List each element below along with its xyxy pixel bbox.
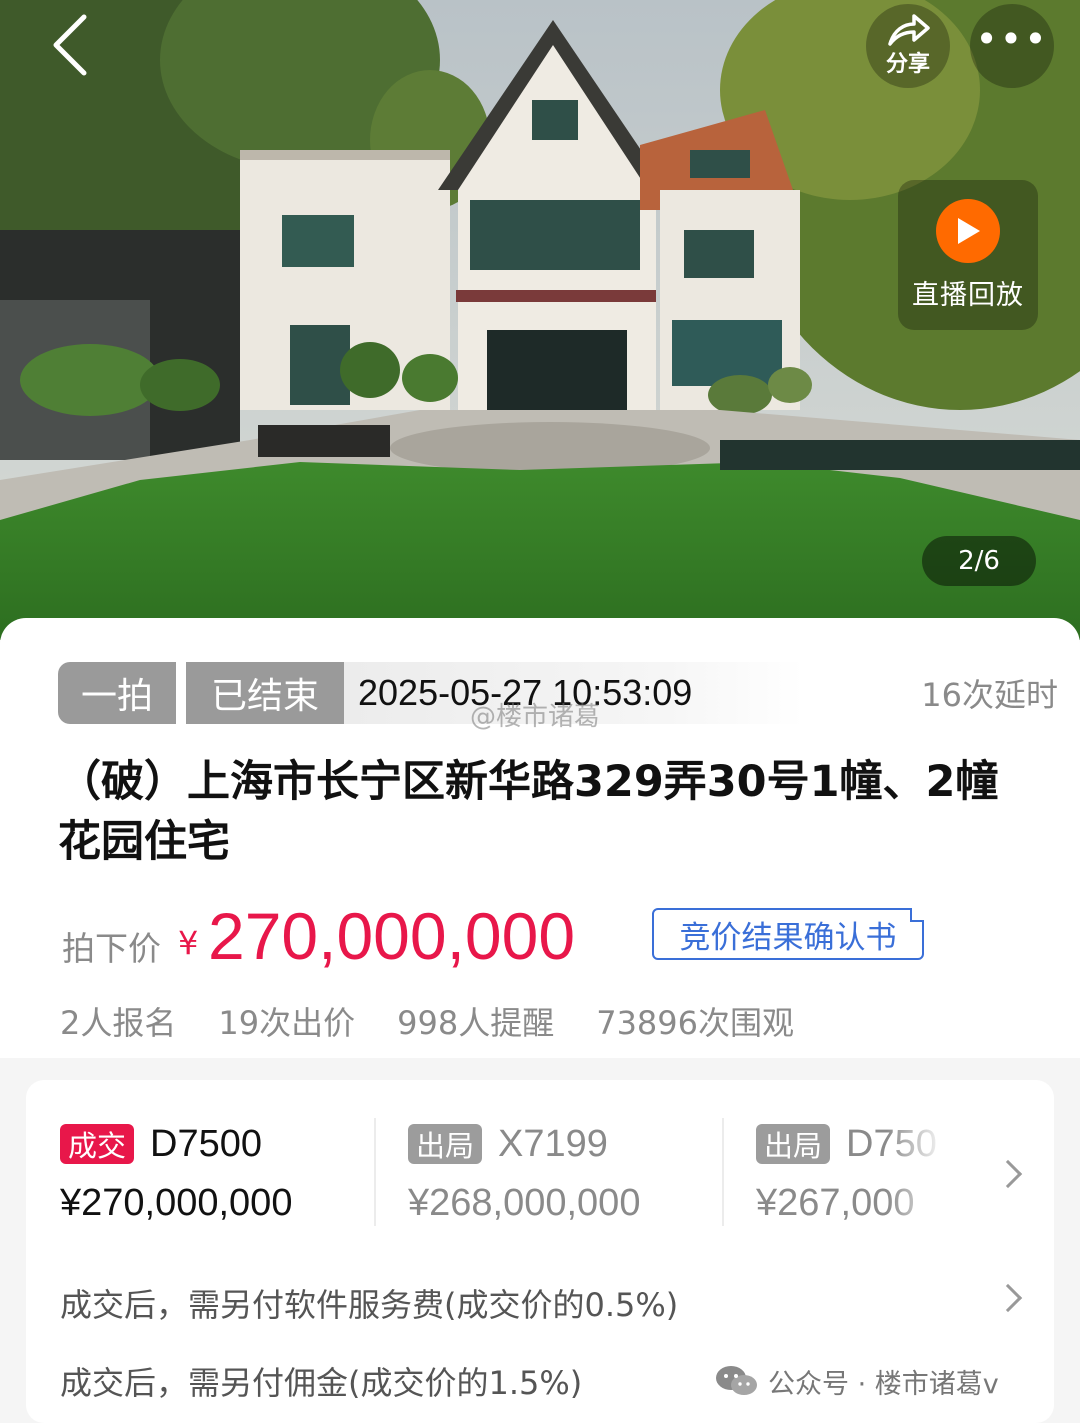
divider [374, 1118, 376, 1226]
ended-tag: 已结束 [186, 662, 344, 724]
fade-overlay [886, 1110, 946, 1250]
property-title: （破）上海市长宁区新华路329弄30号1幢、2幢花园住宅 [58, 757, 999, 867]
folded-corner-icon [910, 908, 924, 922]
bid-result-confirmation-button[interactable]: 竞价结果确认书 [652, 908, 924, 960]
divider [722, 1118, 724, 1226]
weibo-watermark: @楼市诸葛 [470, 702, 601, 732]
reminder-count: 998人提醒 [397, 1004, 555, 1042]
auction-stats: 2人报名 19次出价 998人提醒 73896次围观 [60, 998, 794, 1042]
bid-record-outbid[interactable]: 出局 X7199 ¥268,000,000 [408, 1122, 640, 1232]
hero-gallery[interactable]: 分享 ••• 直播回放 2/6 [0, 0, 1080, 640]
wechat-watermark-text: 公众号 · 楼市诸葛v [768, 1368, 999, 1400]
back-arrow-icon [53, 14, 87, 76]
extension-count: 16次延时 [921, 676, 1058, 714]
chevron-right-icon[interactable] [993, 1283, 1023, 1313]
outbid-badge: 出局 [408, 1124, 483, 1164]
deal-badge: 成交 [60, 1124, 135, 1164]
outbid-badge: 出局 [756, 1124, 831, 1164]
play-icon [936, 198, 1000, 263]
share-icon [888, 14, 930, 46]
live-replay-button[interactable]: 直播回放 [898, 180, 1038, 330]
bid-amount: ¥268,000,000 [408, 1182, 641, 1224]
bidder-code: D7500 [150, 1122, 262, 1165]
back-button[interactable] [40, 10, 100, 80]
price-row: 拍下价 ¥ 270,000,000 竞价结果确认书 [62, 899, 1022, 980]
share-button[interactable]: 分享 [866, 4, 950, 88]
wechat-icon [716, 1366, 757, 1395]
bid-record-winner[interactable]: 成交 D7500 ¥270,000,000 [60, 1122, 292, 1232]
confirmation-label: 竞价结果确认书 [679, 919, 897, 956]
bid-count: 19次出价 [218, 1004, 356, 1042]
live-replay-label: 直播回放 [912, 279, 1024, 311]
registrants-count: 2人报名 [60, 1004, 177, 1042]
view-count: 73896次围观 [596, 1004, 795, 1042]
price-label: 拍下价 [62, 929, 161, 968]
more-button[interactable]: ••• [970, 4, 1054, 88]
round-tag: 一拍 [58, 662, 176, 724]
bidder-code: X7199 [498, 1122, 608, 1165]
bid-amount: ¥270,000,000 [60, 1182, 293, 1224]
share-label: 分享 [885, 52, 930, 77]
chevron-right-icon[interactable] [993, 1159, 1023, 1189]
currency-symbol: ¥ [178, 924, 199, 962]
image-counter: 2/6 [922, 536, 1036, 586]
more-icon: ••• [975, 17, 1049, 61]
commission-notice: 成交后，需另付佣金(成交价的1.5%) [60, 1364, 583, 1402]
auction-info-sheet: 一拍 已结束 2025-05-27 10:53:09 16次延时 @楼市诸葛 （… [0, 618, 1080, 1423]
wechat-watermark: 公众号 · 楼市诸葛v [714, 1356, 999, 1406]
service-fee-notice[interactable]: 成交后，需另付软件服务费(成交价的0.5%) [60, 1280, 678, 1326]
final-price: 270,000,000 [208, 899, 576, 973]
